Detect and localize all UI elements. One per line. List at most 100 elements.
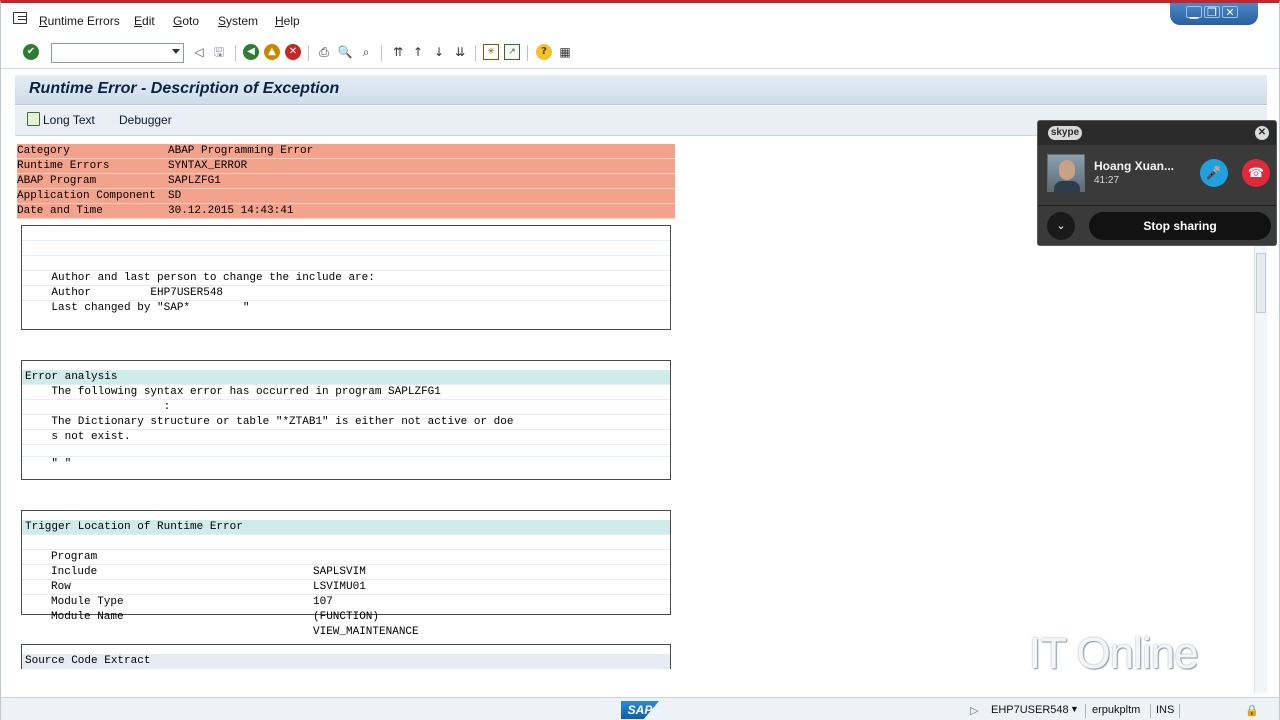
next-page-icon[interactable]: ↓ — [431, 44, 447, 60]
header-value: 30.12.2015 14:43:41 — [168, 205, 294, 217]
page-title: Runtime Error - Description of Exception — [29, 80, 340, 97]
header-label: Date and Time — [17, 205, 103, 217]
cancel-icon[interactable]: ✕ — [285, 44, 301, 60]
close-icon[interactable]: ✕ — [1255, 126, 1269, 140]
scrollbar-thumb[interactable] — [1256, 253, 1266, 313]
header-value: SYNTAX_ERROR — [168, 160, 248, 172]
call-duration: 41:27 — [1094, 175, 1120, 186]
text-line: : — [22, 400, 670, 415]
text-line: Last changed by "SAP* " — [25, 302, 250, 314]
chevron-down-icon[interactable]: ▼ — [1070, 704, 1079, 714]
row-label: Module Name — [51, 611, 124, 623]
text-line — [22, 241, 670, 256]
section-title: Error analysis — [22, 370, 670, 385]
error-analysis-box: Error analysis The following syntax erro… — [21, 360, 671, 480]
hang-up-icon[interactable]: ☎ — [1242, 159, 1270, 187]
restore-button[interactable]: ❐ — [1204, 6, 1220, 18]
long-text-button[interactable]: Long Text — [43, 113, 95, 127]
header-row-application-component: Application Component SD — [17, 189, 675, 204]
print-icon[interactable]: ⎙ — [316, 44, 332, 60]
table-row: Module Name VIEW_MAINTENANCE — [22, 595, 670, 638]
skype-logo: skype — [1048, 126, 1082, 140]
text-line: Author EHP7USER548 — [22, 286, 670, 301]
header-label: Runtime Errors — [17, 160, 110, 172]
previous-page-icon[interactable]: ↑ — [410, 44, 426, 60]
text-line — [22, 256, 670, 271]
debugger-button[interactable]: Debugger — [119, 113, 172, 127]
status-separator — [1150, 704, 1151, 718]
menu-bar: Runtime Errors Edit Goto System Help ▁ ❐… — [1, 3, 1279, 37]
layout-menu-icon[interactable]: ▦ — [557, 44, 573, 60]
menu-goto[interactable]: Goto — [173, 14, 199, 28]
toolbar-separator — [235, 45, 236, 61]
menu-help[interactable]: Help — [275, 14, 300, 28]
command-field[interactable] — [51, 43, 184, 63]
title-bar: Runtime Error - Description of Exception — [15, 75, 1267, 105]
header-label: Application Component — [17, 190, 156, 202]
long-text-icon — [27, 112, 40, 126]
exception-header-table: Category ABAP Programming Error Runtime … — [17, 144, 675, 219]
find-icon[interactable]: 🔍 — [337, 44, 353, 60]
header-row-runtime-errors: Runtime Errors SYNTAX_ERROR — [17, 159, 675, 174]
table-row: Row 107 — [22, 565, 670, 608]
avatar — [1047, 154, 1085, 193]
menu-edit[interactable]: Edit — [134, 14, 155, 28]
find-next-icon[interactable]: ⌕ — [358, 44, 374, 60]
status-separator — [1179, 704, 1180, 718]
status-bar: SAP ▷ EHP7USER548 ▼ erpukpltm INS 🔒 — [1, 697, 1279, 720]
microphone-icon[interactable]: 🎤 — [1200, 159, 1228, 187]
help-icon[interactable]: ? — [536, 44, 552, 60]
text-line: The following syntax error has occurred … — [22, 385, 670, 400]
header-value: SAPLZFG1 — [168, 175, 221, 187]
last-page-icon[interactable]: ⇊ — [452, 44, 468, 60]
status-user: EHP7USER548 — [991, 704, 1069, 716]
header-value: ABAP Programming Error — [168, 145, 314, 157]
caller-name: Hoang Xuan... — [1094, 159, 1175, 173]
header-value: SD — [168, 190, 182, 202]
menu-runtime-errors[interactable]: Runtime Errors — [39, 14, 120, 28]
watermark: IT Online — [1029, 629, 1199, 678]
app-menu-icon[interactable] — [13, 12, 27, 24]
trigger-location-box: Trigger Location of Runtime Error Progra… — [21, 510, 671, 638]
status-mode: INS — [1156, 704, 1175, 716]
status-separator — [1085, 704, 1086, 718]
window-controls: ▁ ❐ ✕ — [1170, 3, 1258, 25]
minimize-button[interactable]: ▁ — [1186, 6, 1202, 18]
stop-sharing-button[interactable]: Stop sharing — [1089, 212, 1271, 240]
text-line: " " — [25, 458, 72, 470]
save-icon[interactable]: 🖫 — [211, 44, 227, 60]
exit-icon[interactable]: ▲ — [264, 44, 280, 60]
header-row-date-time: Date and Time 30.12.2015 14:43:41 — [17, 204, 675, 219]
close-window-button[interactable]: ✕ — [1222, 6, 1238, 18]
text-line: The Dictionary structure or table "*ZTAB… — [22, 415, 670, 430]
chevron-down-icon[interactable] — [172, 49, 180, 54]
table-row: Module Type (FUNCTION) — [22, 580, 670, 623]
chevron-down-icon[interactable]: ⌄ — [1047, 212, 1075, 240]
section-title: Source Code Extract — [22, 654, 670, 669]
header-row-category: Category ABAP Programming Error — [17, 144, 675, 159]
back-arrow-icon[interactable]: ◁ — [191, 44, 207, 60]
header-label: ABAP Program — [17, 175, 97, 187]
first-page-icon[interactable]: ⇈ — [390, 44, 406, 60]
section-title: Trigger Location of Runtime Error — [22, 520, 670, 535]
menu-system[interactable]: System — [218, 14, 258, 28]
text-line — [22, 445, 670, 457]
toolbar-separator — [527, 45, 528, 61]
sap-logo: SAP — [621, 701, 659, 719]
skype-call-panel: skype ✕ Hoang Xuan... 41:27 🎤 ☎ ⌄ Stop s… — [1037, 120, 1277, 246]
text-line: s not exist. — [22, 430, 670, 445]
enter-check-icon[interactable]: ✔ — [23, 44, 39, 60]
skype-call-body: Hoang Xuan... 41:27 🎤 ☎ ⌄ Stop sharing — [1038, 145, 1276, 245]
divider — [1038, 205, 1276, 206]
new-session-icon[interactable]: ✳ — [483, 44, 499, 60]
table-row: Program SAPLSVIM — [22, 535, 670, 578]
author-info-box: Author and last person to change the inc… — [21, 225, 671, 330]
toolbar-separator — [308, 45, 309, 61]
back-icon[interactable]: ◀ — [243, 44, 259, 60]
status-expand-icon[interactable]: ▷ — [970, 704, 978, 717]
row-value: (FUNCTION) — [313, 611, 380, 623]
header-row-abap-program: ABAP Program SAPLZFG1 — [17, 174, 675, 189]
shortcut-icon[interactable]: ↗ — [504, 44, 520, 60]
